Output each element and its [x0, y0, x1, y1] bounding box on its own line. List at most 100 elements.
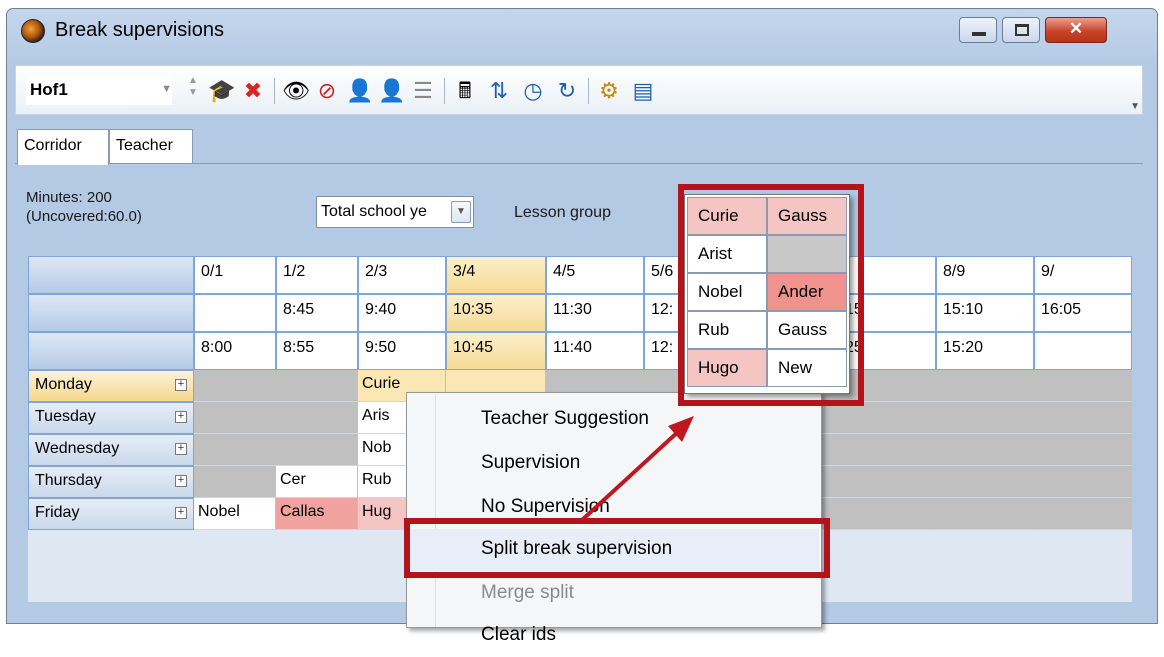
- period-header: 4/5: [546, 256, 644, 294]
- day-label: Thursday: [35, 472, 102, 489]
- period-header: 3/4: [446, 256, 546, 294]
- grid-cell[interactable]: [936, 402, 1034, 434]
- grid-cell[interactable]: [1034, 434, 1132, 466]
- teacher-assign-icon[interactable]: 👤: [346, 78, 373, 104]
- period-header: 9/: [1034, 256, 1132, 294]
- expand-icon[interactable]: +: [175, 475, 187, 487]
- expand-icon[interactable]: +: [175, 379, 187, 391]
- app-icon: [21, 19, 45, 43]
- title-bar[interactable]: Break supervisions ✕: [7, 9, 1157, 55]
- end-time: 8:55: [276, 332, 358, 370]
- grid-cell[interactable]: [838, 402, 936, 434]
- clock-icon[interactable]: ◷: [520, 78, 546, 104]
- graduation-cap-icon[interactable]: 🎓: [208, 78, 235, 104]
- day-label: Wednesday: [35, 440, 120, 457]
- start-time: 16:05: [1034, 294, 1132, 332]
- grid-cell[interactable]: [276, 370, 358, 402]
- header-corner: [28, 256, 194, 294]
- minimize-button[interactable]: [959, 17, 997, 43]
- teacher-remove-icon[interactable]: 👤: [378, 78, 405, 104]
- grid-cell[interactable]: [936, 466, 1034, 498]
- window-title: Break supervisions: [55, 19, 224, 41]
- end-time: [1034, 332, 1132, 370]
- grid-cell[interactable]: [936, 498, 1034, 530]
- day-label: Tuesday: [35, 408, 96, 425]
- menu-item-clear-ids[interactable]: Clear ids: [409, 615, 819, 657]
- grid-cell[interactable]: [838, 466, 936, 498]
- toolbar-separator: [274, 78, 275, 104]
- eye-icon[interactable]: 👁: [282, 78, 310, 104]
- toolbar-overflow-icon[interactable]: ▼: [1130, 101, 1140, 112]
- delete-x-icon[interactable]: ✖: [240, 78, 266, 104]
- day-label: Friday: [35, 504, 80, 521]
- end-time: 10:45: [446, 332, 546, 370]
- start-time: 9:40: [358, 294, 446, 332]
- calculator-icon[interactable]: 🖩: [452, 78, 478, 104]
- close-button[interactable]: ✕: [1045, 17, 1107, 43]
- close-icon: ✕: [1068, 19, 1084, 38]
- expand-icon[interactable]: +: [175, 443, 187, 455]
- grid-cell[interactable]: [838, 434, 936, 466]
- expand-icon[interactable]: +: [175, 411, 187, 423]
- maximize-button[interactable]: [1002, 17, 1040, 43]
- grid-cell[interactable]: [276, 402, 358, 434]
- day-label: Monday: [35, 376, 92, 393]
- end-time: 11:40: [546, 332, 644, 370]
- grid-cell[interactable]: Callas: [276, 498, 358, 530]
- expand-icon[interactable]: +: [175, 507, 187, 519]
- chevron-down-icon[interactable]: ▼: [451, 201, 471, 223]
- start-time: 11:30: [546, 294, 644, 332]
- end-time: 15:20: [936, 332, 1034, 370]
- tab-corridor[interactable]: Corridor: [17, 129, 109, 165]
- minutes-total: Minutes: 200: [26, 189, 112, 206]
- row-header-tuesday[interactable]: Tuesday +: [28, 402, 194, 434]
- class-selector-value: Hof1: [30, 80, 68, 99]
- grid-cell[interactable]: [194, 370, 276, 402]
- period-select[interactable]: Total school ye ▼: [316, 196, 474, 228]
- minutes-summary: Minutes: 200 (Uncovered:60.0): [26, 188, 142, 226]
- eye-crossed-icon[interactable]: ⊘: [314, 78, 340, 104]
- grid-cell[interactable]: [194, 402, 276, 434]
- row-header-wednesday[interactable]: Wednesday +: [28, 434, 194, 466]
- end-time: 8:00: [194, 332, 276, 370]
- context-menu: Teacher Suggestion Supervision No Superv…: [406, 392, 822, 645]
- menu-item-merge-split: Merge split: [481, 582, 574, 603]
- tab-teacher[interactable]: Teacher: [109, 129, 193, 163]
- row-header-thursday[interactable]: Thursday +: [28, 466, 194, 498]
- period-header: 0/1: [194, 256, 276, 294]
- toolbar-separator: [444, 78, 445, 104]
- grid-cell[interactable]: Nobel: [194, 498, 276, 530]
- class-selector[interactable]: Hof1 ▼: [26, 75, 172, 105]
- grid-cell[interactable]: [838, 498, 936, 530]
- grid-cell[interactable]: [936, 370, 1034, 402]
- header-corner: [28, 332, 194, 370]
- row-header-friday[interactable]: Friday +: [28, 498, 194, 530]
- spinner-arrows-icon[interactable]: ▲ ▼: [186, 75, 200, 105]
- start-time: 8:45: [276, 294, 358, 332]
- grid-cell[interactable]: Cer: [276, 466, 358, 498]
- grid-cell[interactable]: [1034, 466, 1132, 498]
- popup-highlight-box: [678, 184, 864, 406]
- header-corner: [28, 294, 194, 332]
- grid-cell[interactable]: [1034, 370, 1132, 402]
- row-header-monday[interactable]: Monday +: [28, 370, 194, 402]
- window-list-icon[interactable]: ▤: [630, 78, 656, 104]
- period-select-value: Total school ye: [321, 203, 427, 220]
- start-time: [194, 294, 276, 332]
- grid-cell[interactable]: [1034, 402, 1132, 434]
- chevron-down-icon[interactable]: ▼: [161, 83, 172, 95]
- start-time: 15:10: [936, 294, 1034, 332]
- start-time: 10:35: [446, 294, 546, 332]
- settings-icon[interactable]: ⚙: [596, 78, 622, 104]
- copy-sort-icon[interactable]: ⇅: [486, 78, 512, 104]
- grid-cell[interactable]: [1034, 498, 1132, 530]
- grid-cell[interactable]: [936, 434, 1034, 466]
- refresh-icon[interactable]: ↻: [554, 78, 580, 104]
- toolbar: Hof1 ▼ ▲ ▼ 🎓 ✖ 👁 ⊘ 👤 👤 ☰ 🖩 ⇅ ◷ ↻ ⚙ ▤ ▼: [15, 65, 1143, 115]
- toolbar-separator: [588, 78, 589, 104]
- menu-item-supervision[interactable]: Supervision: [409, 443, 819, 485]
- grid-cell[interactable]: [276, 434, 358, 466]
- grid-cell[interactable]: [194, 466, 276, 498]
- grid-cell[interactable]: [194, 434, 276, 466]
- list-arrows-icon[interactable]: ☰: [410, 78, 436, 104]
